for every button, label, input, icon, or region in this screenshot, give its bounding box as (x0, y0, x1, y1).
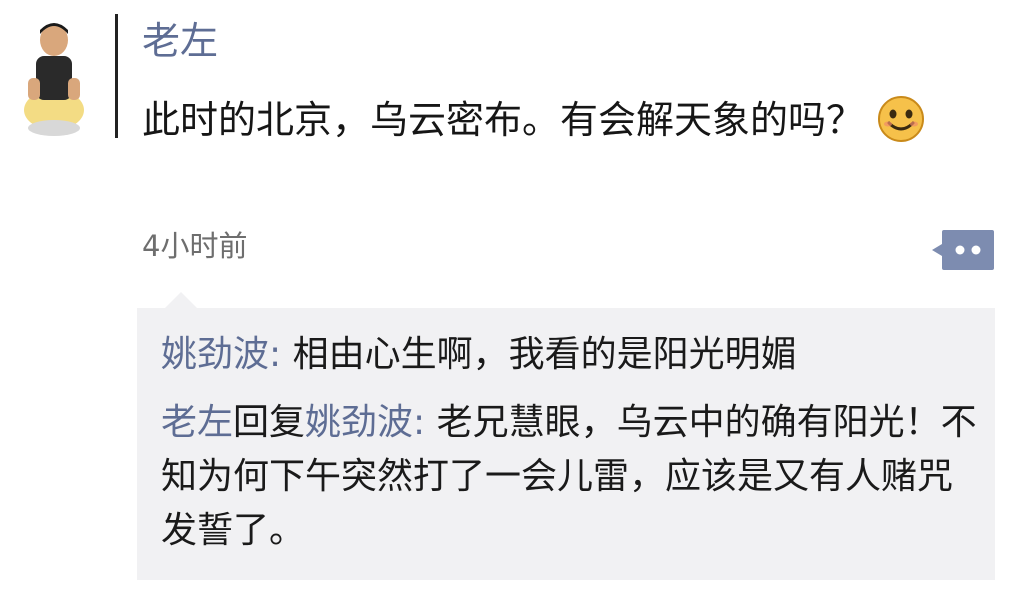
post-timestamp: 4小时前 (142, 229, 248, 263)
divider-line (115, 14, 118, 138)
reply-to-name[interactable]: 姚劲波 (305, 402, 413, 443)
avatar[interactable] (18, 18, 90, 138)
comment-separator: : (269, 334, 293, 375)
comment-item: 姚劲波: 相由心生啊，我看的是阳光明媚 (161, 328, 981, 382)
avatar-figure-icon (18, 18, 90, 138)
comment-text: 相由心生啊，我看的是阳光明媚 (292, 334, 797, 375)
comment-more-button[interactable] (930, 226, 996, 274)
comment-separator: : (413, 402, 437, 443)
post-author[interactable]: 老左 (142, 22, 218, 60)
smile-emoji-icon (878, 95, 925, 142)
post-text: 此时的北京，乌云密布。有会解天象的吗？ (142, 98, 865, 142)
comments-notch (165, 292, 197, 308)
comment-more-icon (932, 230, 994, 270)
reply-word: 回复 (233, 402, 306, 443)
post-content: 此时的北京，乌云密布。有会解天象的吗？ (142, 92, 972, 148)
comment-author[interactable]: 姚劲波 (161, 334, 269, 375)
comment-item: 老左回复姚劲波: 老兄慧眼，乌云中的确有阳光！不知为何下午突然打了一会儿雷，应该… (161, 396, 981, 558)
moment-post: 老左 此时的北京，乌云密布。有会解天象的吗？ 4小时前 姚劲波: 相由心生啊，我… (0, 0, 1015, 591)
comment-author[interactable]: 老左 (161, 402, 233, 443)
comments-panel: 姚劲波: 相由心生啊，我看的是阳光明媚 老左回复姚劲波: 老兄慧眼，乌云中的确有… (137, 308, 995, 580)
